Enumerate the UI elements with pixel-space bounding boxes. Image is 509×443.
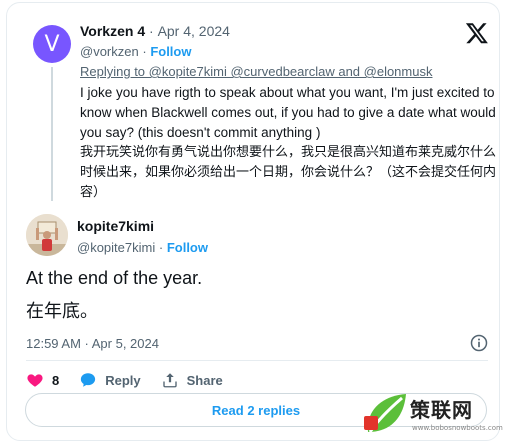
parent-handle[interactable]: @vorkzen: [80, 44, 139, 59]
main-tweet-text: At the end of the year.: [26, 268, 203, 288]
thread-line: [51, 67, 53, 201]
main-handle-line: @kopite7kimi · Follow: [77, 240, 208, 255]
watermark: 策联网 www.bobosnowboots.com: [362, 388, 508, 443]
share-icon: [162, 373, 177, 388]
main-author-name[interactable]: kopite7kimi: [77, 218, 154, 234]
leaf-logo-icon: [364, 394, 406, 433]
x-logo-icon[interactable]: [465, 21, 489, 45]
share-button[interactable]: Share: [161, 371, 223, 389]
avatar-kopite7kimi[interactable]: [26, 214, 68, 256]
info-icon[interactable]: [469, 333, 489, 353]
main-follow-button[interactable]: Follow: [167, 240, 208, 255]
parent-author-name[interactable]: Vorkzen 4: [80, 23, 145, 39]
avatar-vorkzen[interactable]: V: [33, 25, 71, 63]
replying-to-link[interactable]: Replying to @kopite7kimi @curvedbearclaw…: [80, 64, 432, 79]
share-label: Share: [186, 372, 223, 388]
main-timestamp[interactable]: 12:59 AM · Apr 5, 2024: [26, 336, 159, 351]
main-handle[interactable]: @kopite7kimi: [77, 240, 155, 255]
action-bar: 8 Reply Share: [26, 369, 243, 391]
dot-separator: ·: [142, 44, 147, 59]
main-tweet-translation: 在年底。: [26, 301, 98, 322]
watermark-url: www.bobosnowboots.com: [412, 424, 503, 432]
parent-date[interactable]: Apr 4, 2024: [158, 23, 230, 39]
dot-separator: ·: [158, 240, 164, 255]
reply-label: Reply: [105, 372, 141, 388]
avatar-image: [26, 214, 68, 256]
reply-bubble-icon: [81, 373, 96, 387]
dot-separator: ·: [149, 23, 154, 39]
like-button[interactable]: 8: [26, 371, 59, 389]
parent-handle-line: @vorkzen · Follow: [80, 44, 191, 59]
divider: [26, 360, 488, 361]
embedded-tweet-card: V Vorkzen 4 · Apr 4, 2024 @vorkzen · Fol…: [6, 2, 500, 441]
like-count: 8: [52, 372, 60, 388]
avatar-letter: V: [44, 31, 60, 57]
parent-tweet-translation: 我开玩笑说你有勇气说出你想要什么，我只是很高兴知道布莱克威尔什么时候出来，如果你…: [80, 145, 497, 200]
reply-button[interactable]: Reply: [79, 371, 141, 389]
watermark-text: 策联网: [410, 398, 473, 422]
heart-icon: [27, 374, 43, 387]
parent-follow-button[interactable]: Follow: [150, 44, 191, 59]
parent-tweet-text: I joke you have rigth to speak about wha…: [80, 85, 496, 140]
parent-author-line: Vorkzen 4 · Apr 4, 2024: [80, 23, 230, 39]
